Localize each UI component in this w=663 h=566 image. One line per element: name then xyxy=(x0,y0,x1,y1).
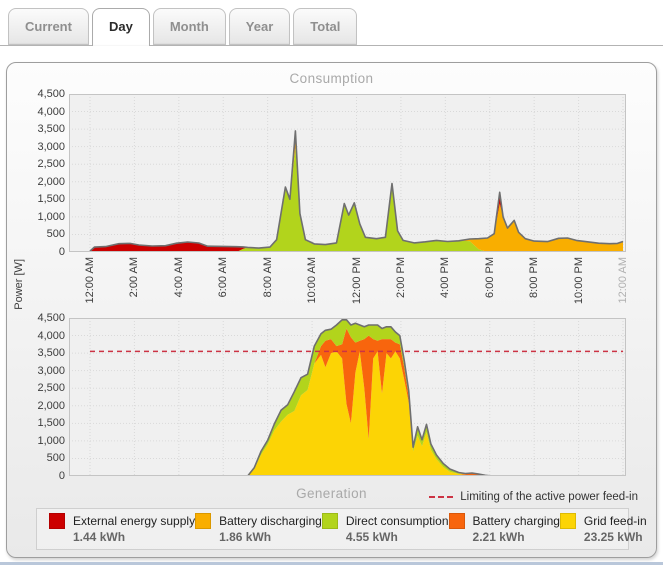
generation-y-tick: 2,500 xyxy=(21,382,65,394)
generation-y-tick: 3,000 xyxy=(21,365,65,377)
consumption-y-tick: 0 xyxy=(21,246,65,258)
generation-y-tick: 0 xyxy=(21,470,65,482)
battery-charging-swatch-icon xyxy=(449,513,465,529)
x-tick: 4:00 AM xyxy=(173,257,185,347)
consumption-chart xyxy=(69,94,626,252)
limit-line-label: Limiting of the active power feed-in xyxy=(460,491,638,503)
tab-day[interactable]: Day xyxy=(92,8,150,46)
consumption-y-tick: 4,500 xyxy=(21,88,65,100)
legend: External energy supply1.44 kWhBattery di… xyxy=(36,508,629,550)
generation-y-tick: 500 xyxy=(21,452,65,464)
generation-y-tick: 1,500 xyxy=(21,417,65,429)
limit-dash-icon xyxy=(429,496,453,498)
main-panel: Consumption Generation Power [W] Limitin… xyxy=(6,62,657,558)
consumption-y-tick: 3,000 xyxy=(21,141,65,153)
x-tick: 6:00 AM xyxy=(217,257,229,347)
legend-item-value: 23.25 kWh xyxy=(584,530,647,544)
legend-item-value: 2.21 kWh xyxy=(473,530,560,544)
legend-item-name: Grid feed-in xyxy=(584,514,647,528)
x-tick: 4:00 PM xyxy=(439,257,451,347)
consumption-y-tick: 500 xyxy=(21,228,65,240)
consumption-title: Consumption xyxy=(7,71,656,86)
generation-y-tick: 4,500 xyxy=(21,312,65,324)
x-tick: 12:00 AM xyxy=(84,257,96,347)
tab-current[interactable]: Current xyxy=(8,8,89,45)
legend-item-name: Battery discharging xyxy=(219,514,322,528)
legend-item-name: Direct consumption xyxy=(346,514,449,528)
direct-consumption-swatch-icon xyxy=(322,513,338,529)
legend-item-value: 1.86 kWh xyxy=(219,530,322,544)
tab-month[interactable]: Month xyxy=(153,8,226,45)
external-swatch-icon xyxy=(49,513,65,529)
legend-item-name: External energy supply xyxy=(73,514,195,528)
legend-item: Battery discharging 1.86 kWh xyxy=(195,513,322,544)
x-tick: 6:00 PM xyxy=(484,257,496,347)
tab-bar: CurrentDayMonthYearTotal xyxy=(8,8,357,46)
grid-feed-in-swatch-icon xyxy=(560,513,576,529)
generation-y-tick: 4,000 xyxy=(21,330,65,342)
limit-line-legend: Limiting of the active power feed-in xyxy=(429,491,638,503)
x-tick: 8:00 PM xyxy=(528,257,540,347)
battery-discharging-swatch-icon xyxy=(195,513,211,529)
x-tick: 8:00 AM xyxy=(262,257,274,347)
legend-item-value: 1.44 kWh xyxy=(73,530,195,544)
bottom-divider xyxy=(0,562,663,565)
generation-y-tick: 1,000 xyxy=(21,435,65,447)
tab-total[interactable]: Total xyxy=(293,8,357,45)
x-tick: 2:00 PM xyxy=(395,257,407,347)
x-tick: 10:00 AM xyxy=(306,257,318,347)
legend-item-name: Battery charging xyxy=(473,514,560,528)
legend-item: Grid feed-in 23.25 kWh xyxy=(560,513,647,544)
consumption-y-tick: 2,500 xyxy=(21,158,65,170)
x-tick: 12:00 PM xyxy=(351,257,363,347)
tab-year[interactable]: Year xyxy=(229,8,290,45)
generation-chart xyxy=(69,318,626,476)
consumption-y-tick: 3,500 xyxy=(21,123,65,135)
legend-item: Battery charging 2.21 kWh xyxy=(449,513,560,544)
generation-y-tick: 3,500 xyxy=(21,347,65,359)
consumption-y-tick: 2,000 xyxy=(21,176,65,188)
legend-item-value: 4.55 kWh xyxy=(346,530,449,544)
consumption-y-tick: 1,500 xyxy=(21,193,65,205)
generation-y-tick: 2,000 xyxy=(21,400,65,412)
x-tick: 10:00 PM xyxy=(573,257,585,347)
consumption-y-tick: 1,000 xyxy=(21,211,65,223)
x-tick: 12:00 AM xyxy=(617,257,629,347)
legend-item: External energy supply 1.44 kWh xyxy=(49,513,195,544)
consumption-y-tick: 4,000 xyxy=(21,106,65,118)
legend-item: Direct consumption 4.55 kWh xyxy=(322,513,449,544)
x-tick: 2:00 AM xyxy=(128,257,140,347)
